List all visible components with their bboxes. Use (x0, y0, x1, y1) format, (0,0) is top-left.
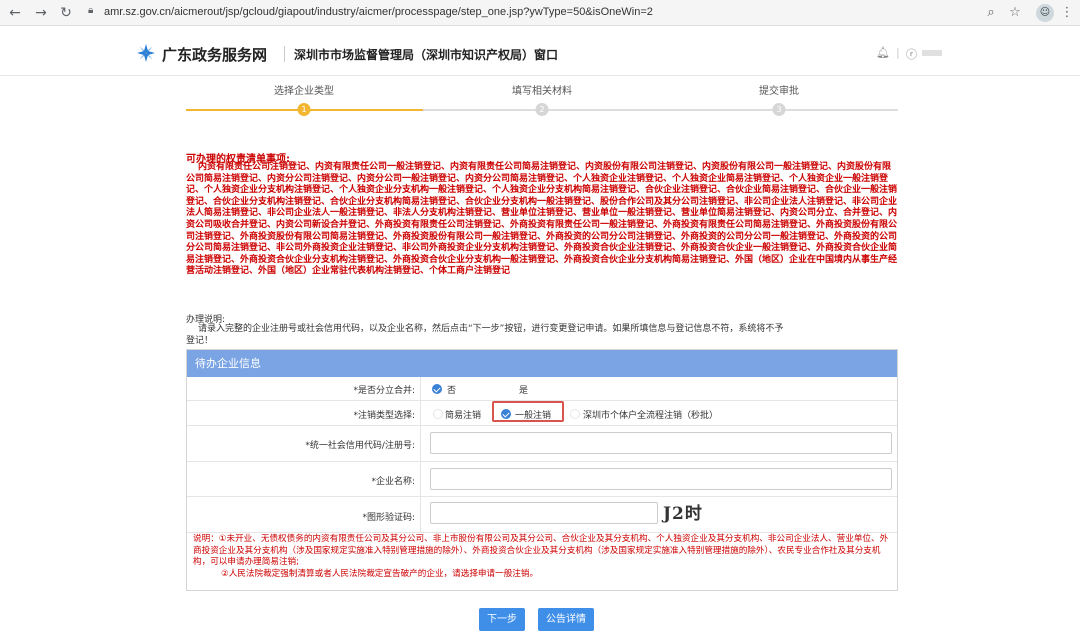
back-icon[interactable]: ← (6, 4, 24, 22)
lock-icon: 🔒︎ (88, 5, 94, 16)
bureau-title: 深圳市市场监督管理局（深圳市知识产权局）窗口 (294, 48, 559, 62)
step-2-circle: 2 (535, 103, 549, 116)
step-2-label: 填写相关材料 (512, 86, 572, 97)
bell-icon[interactable]: 🔔︎ (876, 46, 890, 59)
next-step-button[interactable]: 下一步 (479, 608, 525, 631)
step-1-circle: 1 (297, 103, 311, 116)
simple-cancel-label[interactable]: 简易注销 (445, 408, 481, 421)
browser-toolbar: ← → ↻ 🔒︎ amr.sz.gov.cn/aicmerout/jsp/gcl… (0, 0, 1080, 26)
forward-icon[interactable]: → (32, 4, 50, 22)
site-name[interactable]: 广东政务服务网 (162, 44, 267, 65)
more-vert-icon[interactable]: ⋮ (1058, 4, 1076, 22)
selection-highlight-box (492, 401, 564, 422)
captcha-image[interactable]: J2时 (663, 499, 725, 524)
shenzhen-sole-proprietor-radio[interactable] (570, 409, 580, 419)
captcha-input[interactable] (430, 502, 658, 524)
cancel-type-label: *注销类型选择: (353, 411, 415, 421)
company-name-label: *企业名称: (371, 477, 415, 487)
split-merge-label: *是否分立合并: (353, 386, 415, 396)
shenzhen-sole-proprietor-label[interactable]: 深圳市个体户全流程注销（秒批） (583, 408, 718, 421)
split-merge-row: *是否分立合并: 否 是 (187, 377, 897, 401)
simple-cancel-radio[interactable] (433, 409, 443, 419)
credit-code-row: *统一社会信用代码/注册号: (187, 426, 897, 462)
step-line-2 (423, 109, 898, 111)
progress-steps: 选择企业类型 填写相关材料 提交审批 1 2 3 (186, 80, 898, 120)
form-note: 说明：①未开业、无债权债务的内资有限责任公司及其分公司、非上市股份有限公司及其分… (193, 534, 893, 580)
credit-code-input[interactable] (430, 432, 892, 454)
step-1-label: 选择企业类型 (274, 86, 334, 97)
company-name-input[interactable] (430, 468, 892, 490)
credit-code-label: *统一社会信用代码/注册号: (305, 441, 415, 451)
split-merge-no-radio[interactable] (432, 384, 442, 394)
split-merge-yes-label[interactable]: 是 (519, 383, 528, 396)
step-3-circle: 3 (772, 103, 786, 116)
reload-icon[interactable]: ↻ (57, 4, 75, 22)
instructions-text: 请录入完整的企业注册号或社会信用代码，以及企业名称，然后点击“下一步”按钮，进行… (186, 324, 784, 346)
bookmark-star-icon[interactable]: ☆ (1006, 4, 1024, 22)
header-divider (284, 46, 285, 62)
header-divider-small: | (896, 46, 900, 59)
address-bar[interactable]: amr.sz.gov.cn/aicmerout/jsp/gcloud/giapo… (104, 6, 653, 18)
form-header: 待办企业信息 (187, 350, 897, 377)
user-name-blurred[interactable] (922, 50, 942, 56)
note-line-2: ②人民法院裁定强制清算或者人民法院裁定宣告破产的企业，请选择申请一般注销。 (221, 568, 539, 579)
profile-avatar[interactable]: ☺ (1036, 4, 1054, 22)
split-merge-no-label[interactable]: 否 (447, 383, 456, 396)
note-line-1: 说明：①未开业、无债权债务的内资有限责任公司及其分公司、非上市股份有限公司及其分… (193, 534, 889, 568)
company-name-row: *企业名称: (187, 462, 897, 497)
notice-text: 内资有限责任公司注销登记、内资有限责任公司一般注销登记、内资有限责任公司简易注销… (186, 162, 898, 277)
captcha-row: *图形验证码: (187, 497, 897, 533)
zoom-icon[interactable]: ⌕ (982, 4, 1000, 22)
site-header: 广东政务服务网 深圳市市场监督管理局（深圳市知识产权局）窗口 🔔︎ | ⓡ (0, 26, 1080, 76)
captcha-label: *图形验证码: (362, 513, 415, 523)
split-merge-yes-radio[interactable] (505, 384, 515, 394)
user-icon[interactable]: ⓡ (906, 46, 917, 62)
company-info-form: 待办企业信息 *是否分立合并: 否 是 *注销类型选择: 简易注销 一般注销 深… (186, 349, 898, 591)
announcement-details-button[interactable]: 公告详情 (538, 608, 594, 631)
step-3-label: 提交审批 (759, 86, 799, 97)
gov-logo-icon (137, 44, 155, 62)
